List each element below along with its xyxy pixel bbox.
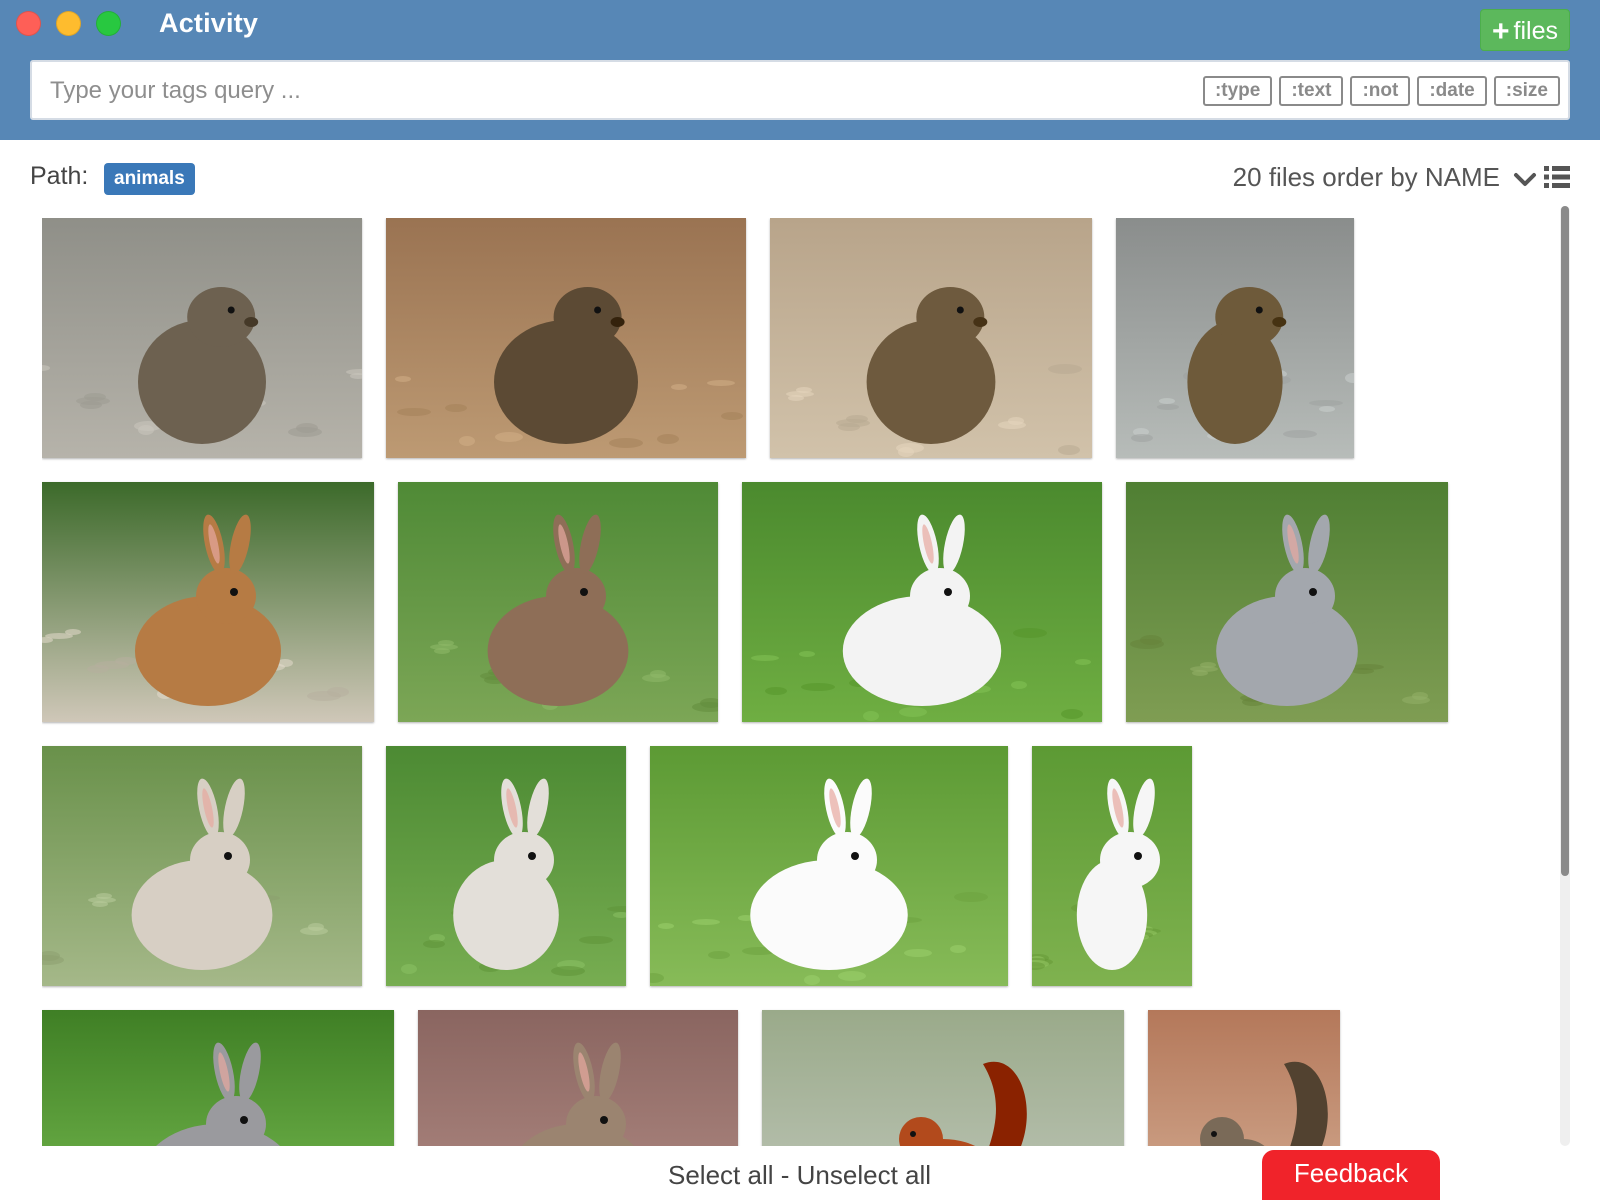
image-thumbnail[interactable]: [762, 1010, 1124, 1146]
rabbit-photo: [650, 746, 1008, 986]
gallery-row: [42, 746, 1552, 986]
image-thumbnail[interactable]: [1116, 218, 1354, 458]
image-thumbnail[interactable]: [42, 746, 362, 986]
list-view-icon[interactable]: [1544, 165, 1570, 189]
image-thumbnail[interactable]: [42, 218, 362, 458]
image-thumbnail[interactable]: [742, 482, 1102, 722]
zoom-window-button[interactable]: [96, 11, 121, 36]
search-bar: :type :text :not :date :size: [30, 60, 1570, 120]
image-thumbnail[interactable]: [650, 746, 1008, 986]
rabbit-photo: [742, 482, 1102, 722]
image-thumbnail[interactable]: [386, 746, 626, 986]
file-order-summary[interactable]: 20 files order by NAME: [1233, 162, 1500, 193]
footer-bar: Select all - Unselect all Feedback: [0, 1146, 1600, 1200]
rabbit-photo: [42, 482, 374, 722]
gallery-row: [42, 482, 1552, 722]
title-bar: Activity +files :type :text :not :date :…: [0, 0, 1600, 140]
rabbit-photo: [1032, 746, 1192, 986]
close-window-button[interactable]: [16, 11, 41, 36]
image-gallery: [42, 218, 1552, 1146]
image-thumbnail[interactable]: [386, 218, 746, 458]
filter-not-button[interactable]: :not: [1350, 76, 1411, 106]
marmot-photo: [42, 218, 362, 458]
minimize-window-button[interactable]: [56, 11, 81, 36]
image-thumbnail[interactable]: [1126, 482, 1448, 722]
rabbit-photo: [418, 1010, 738, 1146]
rabbit-photo: [42, 1010, 394, 1146]
marmot-photo: [386, 218, 746, 458]
image-thumbnail[interactable]: [42, 482, 374, 722]
image-thumbnail[interactable]: [1148, 1010, 1340, 1146]
image-thumbnail[interactable]: [398, 482, 718, 722]
add-files-button[interactable]: + files: [1480, 9, 1570, 51]
squirrel-photo: [1148, 1010, 1340, 1146]
rabbit-photo: [398, 482, 718, 722]
unselect-all-link[interactable]: Unselect all: [797, 1160, 931, 1190]
chevron-down-icon[interactable]: [1512, 166, 1538, 192]
tags-query-input[interactable]: [48, 62, 1202, 120]
image-thumbnail[interactable]: [770, 218, 1092, 458]
plus-icon: +: [1492, 15, 1510, 48]
rabbit-photo: [386, 746, 626, 986]
selection-separator: -: [780, 1160, 790, 1190]
image-thumbnail[interactable]: [1032, 746, 1192, 986]
filter-type-button[interactable]: :type: [1202, 76, 1273, 106]
select-all-link[interactable]: Select all: [668, 1160, 774, 1190]
filter-text-button[interactable]: :text: [1279, 76, 1344, 106]
filter-size-button[interactable]: :size: [1493, 76, 1560, 106]
image-thumbnail[interactable]: [42, 1010, 394, 1146]
path-label: Path:: [30, 162, 89, 190]
marmot-photo: [1116, 218, 1354, 458]
path-tag-animals[interactable]: animals: [104, 163, 195, 195]
query-filter-buttons: :type :text :not :date :size: [1202, 76, 1560, 106]
scrollbar-thumb[interactable]: [1561, 206, 1569, 876]
gallery-row: [42, 1010, 1552, 1146]
image-thumbnail[interactable]: [418, 1010, 738, 1146]
selection-links: Select all - Unselect all: [668, 1160, 931, 1191]
gallery-row: [42, 218, 1552, 458]
rabbit-photo: [1126, 482, 1448, 722]
filter-date-button[interactable]: :date: [1417, 76, 1487, 106]
window-title: Activity: [159, 8, 259, 38]
marmot-photo: [770, 218, 1092, 458]
squirrel-photo: [762, 1010, 1124, 1146]
feedback-button[interactable]: Feedback: [1262, 1150, 1440, 1200]
rabbit-photo: [42, 746, 362, 986]
add-files-label: files: [1513, 17, 1558, 45]
